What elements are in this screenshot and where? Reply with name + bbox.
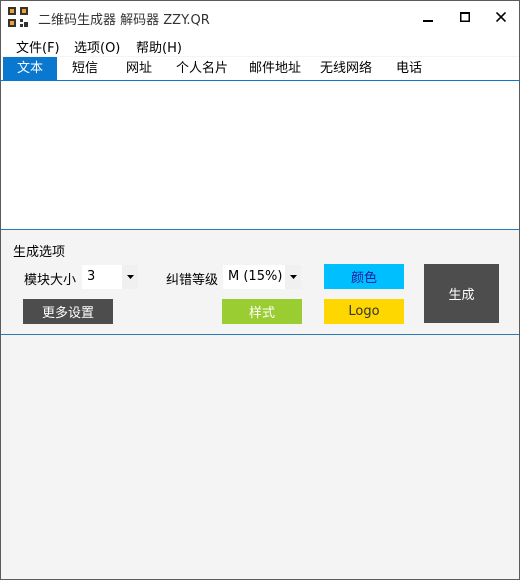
tab-url[interactable]: 网址 xyxy=(115,57,163,80)
title-bar[interactable]: 二维码生成器 解码器 ZZY.QR xyxy=(1,1,519,32)
module-size-value: 3 xyxy=(87,269,96,284)
chevron-down-icon[interactable] xyxy=(285,265,301,289)
minimize-button[interactable] xyxy=(410,1,446,32)
error-level-value: M (15%) xyxy=(228,269,283,284)
maximize-icon xyxy=(460,11,470,22)
menu-options[interactable]: 选项(O) xyxy=(74,37,120,56)
window-title: 二维码生成器 解码器 ZZY.QR xyxy=(38,13,210,28)
content-text-input[interactable] xyxy=(1,81,519,230)
error-level-select[interactable]: M (15%) xyxy=(223,265,301,289)
color-button[interactable]: 颜色 xyxy=(324,264,404,289)
tab-sms[interactable]: 短信 xyxy=(61,57,109,80)
tab-vcard[interactable]: 个人名片 xyxy=(171,57,233,80)
options-section-title: 生成选项 xyxy=(13,245,66,260)
error-level-label: 纠错等级 xyxy=(166,273,219,288)
style-button[interactable]: 样式 xyxy=(222,299,302,324)
tab-phone[interactable]: 电话 xyxy=(387,57,431,80)
more-settings-button[interactable]: 更多设置 xyxy=(23,299,113,324)
qr-code-icon xyxy=(8,7,28,27)
maximize-button[interactable] xyxy=(447,1,483,32)
minimize-icon xyxy=(423,19,433,22)
app-window: 二维码生成器 解码器 ZZY.QR 文件(F) 选项(O) 帮助(H) 文本 短… xyxy=(0,0,520,580)
close-button[interactable] xyxy=(483,1,519,32)
menu-file[interactable]: 文件(F) xyxy=(16,37,60,56)
module-size-label: 模块大小 xyxy=(24,273,77,288)
output-area xyxy=(1,335,519,579)
logo-button[interactable]: Logo xyxy=(324,299,404,324)
chevron-down-icon[interactable] xyxy=(122,265,138,289)
menu-bar: 文件(F) 选项(O) 帮助(H) xyxy=(1,32,519,56)
tab-email[interactable]: 邮件地址 xyxy=(244,57,306,80)
tab-text[interactable]: 文本 xyxy=(3,57,57,80)
generate-button[interactable]: 生成 xyxy=(424,264,499,323)
module-size-select[interactable]: 3 xyxy=(82,265,138,289)
menu-help[interactable]: 帮助(H) xyxy=(136,37,182,56)
close-icon xyxy=(496,11,506,22)
tab-wifi[interactable]: 无线网络 xyxy=(315,57,377,80)
tab-bar: 文本 短信 网址 个人名片 邮件地址 无线网络 电话 xyxy=(1,57,519,81)
generate-options-panel: 生成选项 模块大小 3 纠错等级 M (15%) 颜色 生成 更多设置 样式 L… xyxy=(1,230,519,335)
